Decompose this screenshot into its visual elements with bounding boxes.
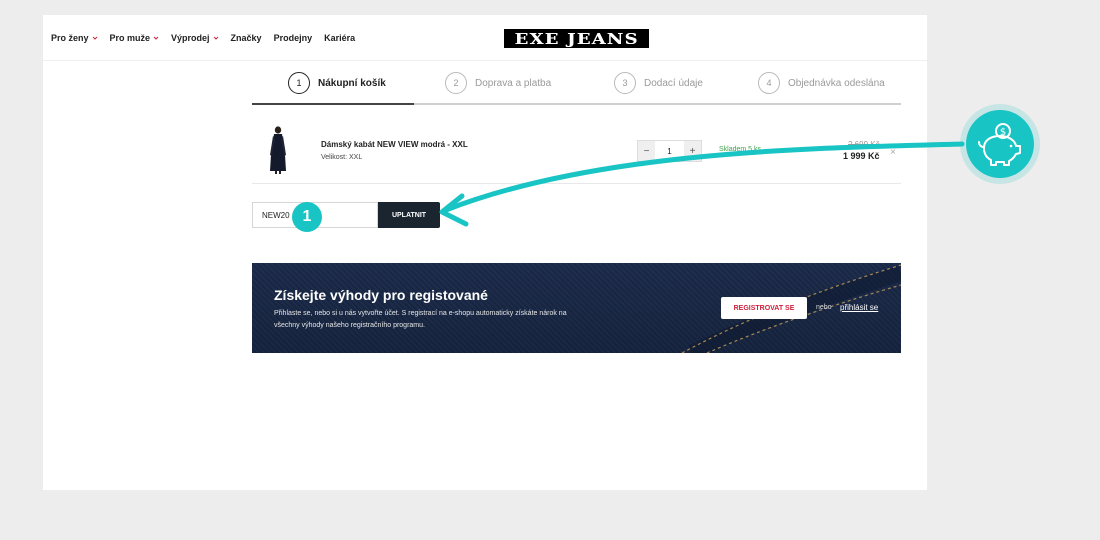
- nav-item-label: Značky: [230, 33, 262, 43]
- banner-title: Získejte výhody pro registované: [274, 287, 488, 303]
- cart-item-row: Dámský kabát NEW VIEW modrá - XXL Veliko…: [252, 119, 901, 184]
- header-divider: [43, 60, 927, 61]
- brand-logo-text: EXE JEANS: [514, 29, 639, 48]
- nav-item-vyprodej[interactable]: Výprodej: [171, 33, 219, 43]
- checkout-steps: 1 Nákupní košík 2 Doprava a platba 3 Dod…: [252, 72, 901, 106]
- main-nav: Pro ženy Pro muže Výprodej Značky Prodej…: [51, 33, 355, 43]
- piggy-bank-badge: $: [960, 104, 1040, 184]
- step-label: Nákupní košík: [318, 77, 386, 89]
- nav-item-pro-zeny[interactable]: Pro ženy: [51, 33, 98, 43]
- step-shipping-payment[interactable]: 2 Doprava a platba: [445, 72, 551, 94]
- quantity-increase-button[interactable]: +: [684, 141, 701, 161]
- chevron-down-icon: [92, 36, 97, 40]
- current-price: 1 999 Kč: [843, 151, 880, 161]
- nav-item-label: Prodejny: [273, 33, 313, 43]
- piggy-bank-icon: $: [978, 123, 1021, 166]
- brand-logo[interactable]: EXE JEANS: [504, 29, 649, 48]
- registration-banner: Získejte výhody pro registované Přihlast…: [252, 263, 901, 353]
- step-number: 3: [614, 72, 636, 94]
- step-order-sent[interactable]: 4 Objednávka odeslána: [758, 72, 885, 94]
- quantity-stepper: − 1 +: [637, 140, 702, 162]
- apply-coupon-button[interactable]: UPLATNIT: [378, 202, 440, 228]
- quantity-input[interactable]: 1: [655, 141, 684, 161]
- step-badge: 1: [292, 202, 322, 232]
- step-label: Objednávka odeslána: [788, 77, 885, 89]
- page: Pro ženy Pro muže Výprodej Značky Prodej…: [43, 15, 927, 490]
- step-cart[interactable]: 1 Nákupní košík: [288, 72, 386, 94]
- product-name[interactable]: Dámský kabát NEW VIEW modrá - XXL: [321, 140, 468, 149]
- nav-item-pro-muze[interactable]: Pro muže: [110, 33, 160, 43]
- login-link[interactable]: přihlásit se: [840, 303, 878, 312]
- nav-item-label: Výprodej: [171, 33, 210, 43]
- nav-item-label: Pro ženy: [51, 33, 89, 43]
- step-number: 4: [758, 72, 780, 94]
- original-price: 2 699 Kč: [848, 140, 880, 149]
- piggy-bank-circle: $: [966, 110, 1034, 178]
- chevron-down-icon: [213, 36, 218, 40]
- step-delivery-details[interactable]: 3 Dodací údaje: [614, 72, 703, 94]
- stock-status: Skladem 5 ks: [719, 146, 762, 153]
- step-label: Doprava a platba: [475, 77, 552, 89]
- nav-item-label: Pro muže: [109, 33, 151, 43]
- nav-item-label: Kariéra: [324, 33, 356, 43]
- chevron-down-icon: [153, 36, 159, 40]
- product-size: Velikost: XXL: [321, 154, 363, 161]
- quantity-decrease-button[interactable]: −: [638, 141, 655, 161]
- nav-item-znacky[interactable]: Značky: [231, 33, 262, 43]
- step-number: 2: [445, 72, 467, 94]
- banner-text: Přihlaste se, nebo si u nás vytvořte úče…: [274, 310, 567, 329]
- or-text: nebo: [816, 304, 832, 311]
- product-image[interactable]: [266, 125, 290, 175]
- nav-item-kariera[interactable]: Kariéra: [324, 33, 355, 43]
- steps-progress-fill: [252, 103, 414, 105]
- register-button[interactable]: REGISTROVAT SE: [721, 297, 807, 319]
- step-label: Dodací údaje: [644, 77, 703, 89]
- step-number: 1: [288, 72, 310, 94]
- nav-item-prodejny[interactable]: Prodejny: [274, 33, 313, 43]
- remove-item-button[interactable]: ×: [890, 147, 896, 158]
